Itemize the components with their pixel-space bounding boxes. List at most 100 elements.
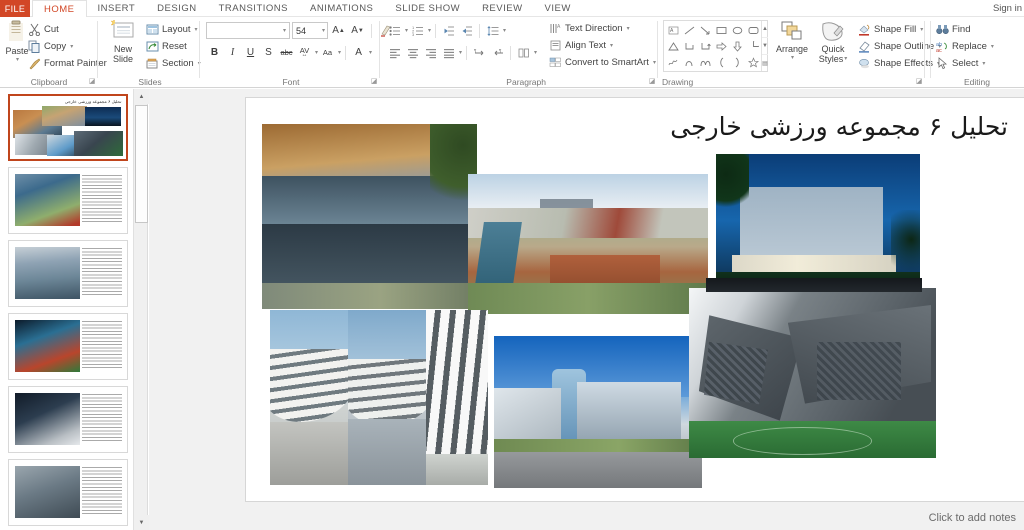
list-item[interactable] [8,167,128,234]
increase-indent-button[interactable] [458,22,475,39]
shape-pie[interactable] [745,38,761,54]
rtl-button[interactable]: ¶ [489,44,506,61]
layout-button[interactable]: Layout ▾ [144,21,203,38]
picture-white-curved-stadium-panel-2[interactable] [348,310,426,485]
list-item[interactable] [8,313,128,380]
chevron-down-icon[interactable]: ▾ [503,27,506,34]
shape-elbow-connector[interactable] [681,38,697,54]
shape-double-arc[interactable] [697,54,713,70]
picture-blue-glass-entrance[interactable] [494,336,702,488]
chevron-down-icon[interactable]: ▾ [459,49,462,56]
tab-transitions[interactable]: TRANSITIONS [208,0,299,17]
bold-button[interactable]: B [206,44,223,61]
picture-curved-wood-facade[interactable] [262,124,477,309]
chevron-down-icon[interactable]: ▾ [653,59,656,66]
tab-animations[interactable]: ANIMATIONS [299,0,384,17]
slide-editing-area[interactable]: تحلیل ۶ مجموعه ورزشی خارجی [149,89,1024,530]
chevron-down-icon[interactable]: ▾ [844,54,847,64]
align-left-button[interactable] [386,44,403,61]
align-text-button[interactable]: Align Text ▾ [547,37,658,54]
bullets-button[interactable] [386,22,403,39]
chevron-down-icon[interactable]: ▾ [627,25,630,32]
text-shadow-button[interactable]: S [260,44,277,61]
shapes-gallery[interactable]: A ▲ ▼ ▤ [663,20,768,72]
decrease-font-size-button[interactable]: A ▼ [349,22,366,39]
text-direction-button[interactable]: A Text Direction ▾ [547,20,658,37]
tab-view[interactable]: VIEW [534,0,582,17]
list-item[interactable] [8,459,128,526]
chevron-down-icon[interactable]: ▾ [534,49,537,56]
chevron-down-icon[interactable]: ▾ [195,26,198,33]
chevron-down-icon[interactable]: ▾ [16,56,19,63]
underline-button[interactable]: U [242,44,259,61]
chevron-down-icon[interactable]: ▾ [315,49,318,56]
character-spacing-button[interactable]: AV ↔ [296,44,313,61]
change-case-button[interactable]: Aa [319,44,336,61]
chevron-down-icon[interactable]: ▾ [982,60,985,67]
select-button[interactable]: Select ▾ [934,55,996,72]
shape-textbox[interactable]: A [665,22,681,38]
font-name-input[interactable]: ▾ [206,22,290,39]
convert-to-smartart-button[interactable]: Convert to SmartArt ▾ [547,54,658,71]
tab-design[interactable]: DESIGN [146,0,207,17]
scroll-down-button[interactable]: ▼ [134,515,149,530]
chevron-down-icon[interactable]: ▾ [791,54,794,61]
paragraph-dialog-launcher[interactable]: ◪ [648,78,656,86]
shapes-gallery-scroll[interactable]: ▲ ▼ ▤ [761,21,768,71]
reset-button[interactable]: Reset [144,38,203,55]
section-button[interactable]: Section ▾ [144,55,203,72]
shape-left-brace[interactable] [713,54,729,70]
replace-button[interactable]: ab ac Replace ▾ [934,38,996,55]
align-center-button[interactable] [404,44,421,61]
align-right-button[interactable] [422,44,439,61]
shape-line[interactable] [681,22,697,38]
chevron-down-icon[interactable]: ▾ [283,27,286,34]
quick-styles-button[interactable]: Quick Styles ▾ [812,20,854,64]
line-spacing-button[interactable] [484,22,501,39]
shape-elbow-arrow[interactable] [697,38,713,54]
shape-rectangle[interactable] [713,22,729,38]
font-size-input[interactable]: 54 ▾ [292,22,328,39]
picture-faceted-dark-sports-hall[interactable] [689,288,936,458]
gallery-scroll-down-button[interactable]: ▼ [762,38,768,55]
picture-aerial-complex[interactable] [468,174,708,314]
slide-title[interactable]: تحلیل ۶ مجموعه ورزشی خارجی [670,112,1008,141]
chevron-down-icon[interactable]: ▾ [338,49,341,56]
shape-right-arrow[interactable] [713,38,729,54]
thumbnail-pane-scrollbar[interactable]: ▲ ▼ [133,89,149,530]
find-button[interactable]: Find [934,21,996,38]
shape-scribble[interactable] [665,54,681,70]
gallery-more-button[interactable]: ▤ [762,55,768,71]
tab-file[interactable]: FILE [0,0,30,17]
slide-thumbnail-pane[interactable]: تحلیل ۶ مجموعه ورزشی خارجی [0,89,133,530]
numbering-button[interactable]: 1 2 3 [409,22,426,39]
gallery-scroll-up-button[interactable]: ▲ [762,21,768,38]
drawing-dialog-launcher[interactable]: ◪ [915,78,923,86]
picture-white-curved-stadium-panel-3[interactable] [426,310,488,485]
notes-pane[interactable]: Click to add notes [149,505,1024,530]
clipboard-dialog-launcher[interactable]: ◪ [88,78,96,86]
font-color-button[interactable]: A [350,44,367,61]
ltr-button[interactable]: ¶ [471,44,488,61]
tab-home[interactable]: HOME [32,0,87,18]
shape-rounded-rectangle[interactable] [745,22,761,38]
chevron-down-icon[interactable]: ▾ [70,43,73,50]
tab-review[interactable]: REVIEW [471,0,533,17]
font-dialog-launcher[interactable]: ◪ [370,78,378,86]
strikethrough-button[interactable]: abc [278,44,295,61]
chevron-down-icon[interactable]: ▾ [369,49,372,56]
increase-font-size-button[interactable]: A ▲ [330,22,347,39]
chevron-down-icon[interactable]: ▾ [920,26,923,33]
justify-button[interactable] [440,44,457,61]
sign-in-link[interactable]: Sign in [993,0,1024,17]
shape-down-arrow[interactable] [729,38,745,54]
tab-slide-show[interactable]: SLIDE SHOW [384,0,471,17]
shape-oval[interactable] [729,22,745,38]
shape-right-brace[interactable] [729,54,745,70]
decrease-indent-button[interactable] [440,22,457,39]
list-item[interactable] [8,240,128,307]
scrollbar-thumb[interactable] [135,105,148,223]
picture-white-curved-stadium-panel-1[interactable] [270,310,348,485]
current-slide[interactable]: تحلیل ۶ مجموعه ورزشی خارجی [245,97,1024,502]
chevron-down-icon[interactable]: ▾ [428,27,431,34]
